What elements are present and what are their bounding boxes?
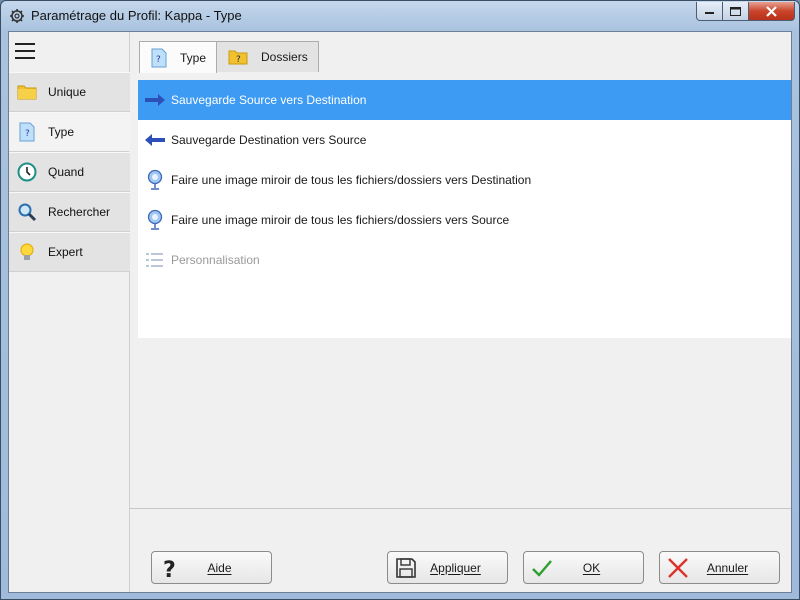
svg-text:?: ? (156, 55, 161, 65)
tab-type[interactable]: ? Type (139, 41, 218, 73)
tab-label: Type (180, 50, 207, 65)
sidebar-item-label: Unique (48, 85, 87, 99)
footer-divider (130, 508, 791, 509)
sidebar-item-label: Type (48, 125, 75, 139)
hamburger-menu-icon[interactable] (15, 43, 35, 61)
option-label: Sauvegarde Destination vers Source (171, 133, 367, 147)
maximize-button[interactable] (723, 2, 749, 21)
sidebar-item-unique[interactable]: Unique (9, 72, 130, 112)
save-disk-icon (396, 557, 416, 578)
option-label: Sauvegarde Source vers Destination (171, 93, 367, 107)
button-label: Aide (207, 560, 232, 575)
dialog-client-area: Unique ? Type Quand Rechercher Expert ? … (8, 31, 792, 593)
ok-button[interactable]: OK (523, 551, 644, 584)
sidebar-item-label: Quand (48, 165, 85, 179)
option-label: Personnalisation (171, 253, 260, 267)
mirror-icon (147, 209, 163, 230)
button-label: OK (582, 560, 601, 575)
option-mirror-to-source[interactable]: Faire une image miroir de tous les fichi… (138, 200, 791, 240)
svg-text:?: ? (163, 558, 176, 580)
option-label: Faire une image miroir de tous les fichi… (171, 173, 532, 187)
question-folder-icon: ? (228, 50, 248, 65)
window-controls (696, 2, 795, 21)
maximize-icon (730, 6, 741, 16)
question-file-icon: ? (19, 122, 35, 142)
close-x-icon (668, 557, 688, 578)
main-panel: ? Type ? Dossiers Sauvegarde Source vers… (130, 32, 791, 592)
tab-strip: ? Type ? Dossiers (139, 41, 319, 73)
checkmark-icon (532, 559, 552, 577)
option-backup-destination-to-source[interactable]: Sauvegarde Destination vers Source (138, 120, 791, 160)
arrow-left-icon (145, 134, 165, 146)
option-label: Faire une image miroir de tous les fichi… (171, 213, 510, 227)
clock-icon (17, 162, 37, 182)
tab-dossiers[interactable]: ? Dossiers (216, 41, 319, 72)
cancel-button[interactable]: Annuler (659, 551, 780, 584)
option-mirror-to-destination[interactable]: Faire une image miroir de tous les fichi… (138, 160, 791, 200)
button-label: Appliquer (430, 560, 481, 575)
window-title: Paramétrage du Profil: Kappa - Type (31, 8, 242, 23)
mirror-icon (147, 169, 163, 190)
question-mark-icon: ? (163, 558, 176, 580)
sidebar-item-expert[interactable]: Expert (9, 232, 130, 272)
list-icon (146, 253, 163, 267)
svg-text:?: ? (25, 129, 30, 139)
minimize-button[interactable] (696, 2, 723, 21)
option-personnalisation: Personnalisation (138, 240, 791, 280)
tab-label: Dossiers (261, 50, 308, 64)
arrow-right-icon (145, 94, 165, 106)
svg-text:?: ? (236, 55, 241, 65)
apply-button[interactable]: Appliquer (387, 551, 508, 584)
sidebar-item-type[interactable]: ? Type (9, 112, 130, 152)
folder-icon (17, 85, 37, 100)
close-button[interactable] (749, 2, 795, 21)
sidebar-item-quand[interactable]: Quand (9, 152, 130, 192)
button-label: Annuler (706, 560, 749, 575)
gear-icon (10, 9, 24, 23)
help-button[interactable]: ? Aide (151, 551, 272, 584)
magnifier-icon (18, 203, 37, 222)
settings-window: Paramétrage du Profil: Kappa - Type Uniq… (0, 0, 800, 600)
minimize-icon (704, 12, 714, 14)
sidebar: Unique ? Type Quand Rechercher Expert (9, 32, 130, 592)
sidebar-item-label: Expert (48, 245, 83, 259)
title-bar: Paramétrage du Profil: Kappa - Type (1, 1, 799, 31)
close-icon (766, 5, 777, 17)
lightbulb-icon (20, 243, 34, 260)
question-file-icon: ? (151, 48, 167, 67)
sidebar-item-rechercher[interactable]: Rechercher (9, 192, 130, 232)
option-backup-source-to-destination[interactable]: Sauvegarde Source vers Destination (138, 80, 791, 120)
sidebar-item-label: Rechercher (48, 205, 111, 219)
